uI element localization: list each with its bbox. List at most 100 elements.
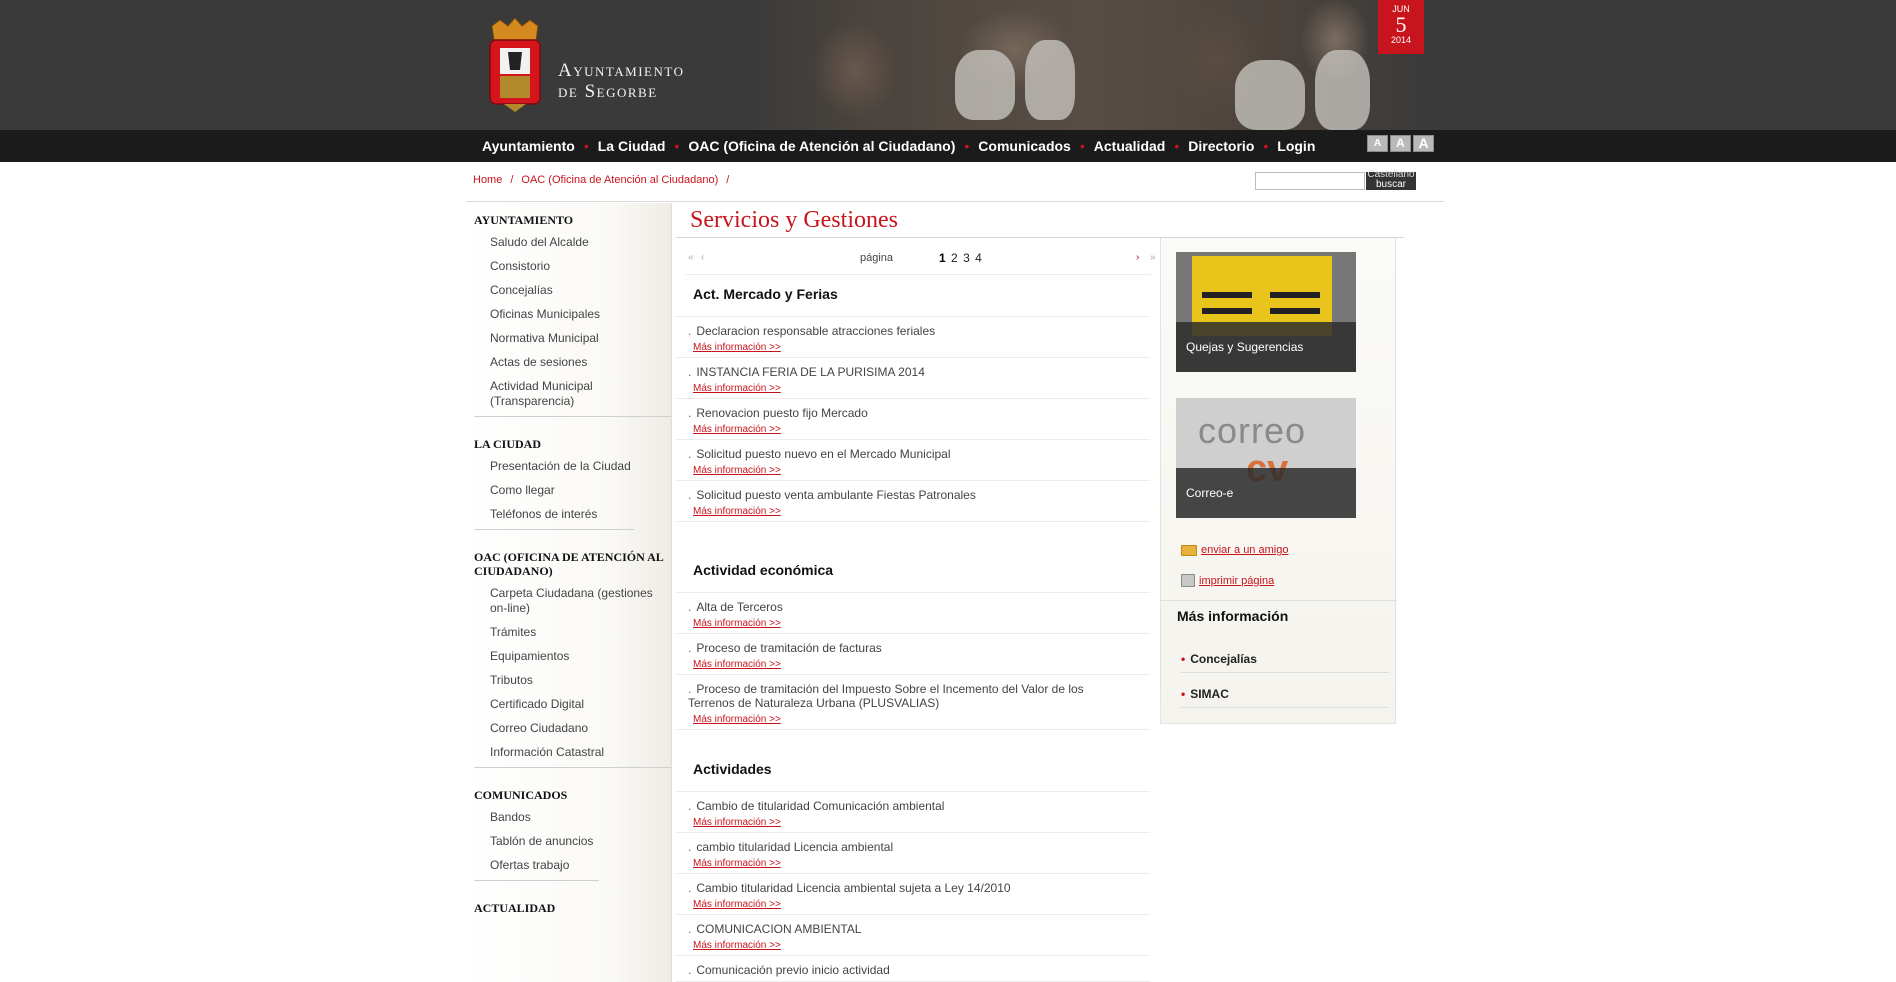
- sidebar-item[interactable]: Certificado Digital: [474, 693, 671, 717]
- main-content: « ‹ página 1 2 3 4 › » Act. Mercado y Fe…: [676, 238, 1160, 982]
- sidebar-title[interactable]: Comunicados: [474, 778, 671, 802]
- crest-logo[interactable]: [486, 18, 544, 114]
- sidebar-item[interactable]: Como llegar: [474, 479, 671, 503]
- more-info-item[interactable]: • SIMAC: [1181, 687, 1389, 708]
- font-small-button[interactable]: A: [1367, 135, 1388, 152]
- promo-correo-e[interactable]: correo cv Correo-e: [1176, 398, 1356, 518]
- more-info-link[interactable]: Más información >>: [688, 817, 781, 828]
- list-item: . INSTANCIA FERIA DE LA PURISIMA 2014 Más…: [676, 358, 1150, 399]
- more-info-link[interactable]: Más información >>: [688, 342, 781, 353]
- sidebar-item[interactable]: Normativa Municipal: [474, 327, 671, 351]
- entry-title: Renovacion puesto fijo Mercado: [696, 406, 868, 420]
- sidebar-item[interactable]: Trámites: [474, 621, 671, 645]
- more-info-link[interactable]: Más información >>: [688, 659, 781, 670]
- sidebar-group-la-ciudad: La Ciudad Presentación de la Ciudad Como…: [466, 427, 671, 530]
- more-info-link[interactable]: Más información >>: [688, 618, 781, 629]
- page-link[interactable]: 4: [975, 251, 983, 265]
- pager-divider: [686, 274, 1151, 275]
- breadcrumb-home[interactable]: Home: [473, 174, 502, 186]
- header-divider: [466, 201, 1444, 202]
- page-link-current[interactable]: 1: [939, 251, 947, 265]
- more-info-link[interactable]: Más información >>: [688, 383, 781, 394]
- sidebar-title[interactable]: La Ciudad: [474, 427, 671, 451]
- date-badge: JUN 5 2014: [1378, 0, 1424, 54]
- more-info-link[interactable]: Más información >>: [688, 899, 781, 910]
- prev-page-icon[interactable]: ‹: [701, 252, 704, 263]
- sidebar-item[interactable]: Información Catastral: [474, 741, 671, 765]
- page-link[interactable]: 3: [963, 251, 971, 265]
- last-page-icon[interactable]: »: [1150, 252, 1156, 263]
- search-input[interactable]: [1255, 172, 1365, 190]
- bullet: .: [688, 922, 692, 936]
- search-button[interactable]: Castellano buscar: [1366, 170, 1416, 190]
- sidebar-item[interactable]: Bandos: [474, 806, 671, 830]
- sidebar-item[interactable]: Oficinas Municipales: [474, 303, 671, 327]
- list-item: . cambio titularidad Licencia ambiental M…: [676, 833, 1150, 874]
- nav-actualidad[interactable]: Actualidad: [1094, 138, 1166, 154]
- sidebar-title[interactable]: OAC (Oficina de Atención al Ciudadano): [474, 540, 671, 578]
- more-info-title: Más información: [1177, 608, 1289, 624]
- sidebar-divider: [474, 529, 634, 530]
- sidebar-item[interactable]: Actas de sesiones: [474, 351, 671, 375]
- right-column: Quejas y Sugerencias correo cv Correo-e …: [1160, 238, 1397, 724]
- entry-title: Cambio titularidad Licencia ambiental su…: [696, 881, 1011, 895]
- breadcrumb-separator: /: [726, 174, 730, 186]
- list-item: . Solicitud puesto nuevo en el Mercado Mu…: [676, 440, 1150, 481]
- font-medium-button[interactable]: A: [1390, 135, 1411, 152]
- pager-label: página: [860, 252, 894, 264]
- sidebar-item[interactable]: Tablón de anuncios: [474, 830, 671, 854]
- list-item: . Solicitud puesto venta ambulante Fiesta…: [676, 481, 1150, 522]
- breadcrumb-oac[interactable]: OAC (Oficina de Atención al Ciudadano): [521, 174, 718, 186]
- sidebar-divider: [474, 416, 671, 417]
- promo-quejas-sugerencias[interactable]: Quejas y Sugerencias: [1176, 252, 1356, 372]
- site-brand[interactable]: Ayuntamiento de Segorbe: [558, 60, 685, 102]
- bullet: .: [688, 682, 692, 696]
- sidebar-item[interactable]: Actividad Municipal (Transparencia): [474, 375, 671, 414]
- sidebar-item[interactable]: Carpeta Ciudadana (gestiones on-line): [474, 582, 671, 621]
- entry-title: cambio titularidad Licencia ambiental: [696, 840, 894, 854]
- bullet: .: [688, 881, 692, 895]
- nav-oac[interactable]: OAC (Oficina de Atención al Ciudadano): [688, 138, 955, 154]
- sidebar-item[interactable]: Concejalías: [474, 279, 671, 303]
- font-large-button[interactable]: A: [1413, 135, 1434, 152]
- more-info-link[interactable]: Más información >>: [688, 714, 781, 725]
- next-page-icon[interactable]: ›: [1136, 252, 1139, 263]
- first-page-icon[interactable]: «: [688, 252, 694, 263]
- sidebar-item[interactable]: Ofertas trabajo: [474, 854, 671, 878]
- sidebar-item[interactable]: Teléfonos de interés: [474, 503, 671, 527]
- more-info-link[interactable]: Más información >>: [688, 424, 781, 435]
- send-friend-link[interactable]: enviar a un amigo: [1181, 544, 1288, 556]
- bullet: .: [688, 799, 692, 813]
- brand-line-1: Ayuntamiento: [558, 60, 685, 81]
- page-link[interactable]: 2: [951, 251, 959, 265]
- entry-title: COMUNICACION AMBIENTAL: [696, 922, 862, 936]
- sidebar-item[interactable]: Equipamientos: [474, 645, 671, 669]
- nav-la-ciudad[interactable]: La Ciudad: [598, 138, 666, 154]
- more-info-link[interactable]: Más información >>: [688, 465, 781, 476]
- nav-ayuntamiento[interactable]: Ayuntamiento: [482, 138, 575, 154]
- sidebar-item[interactable]: Saludo del Alcalde: [474, 231, 671, 255]
- site-header: Ayuntamiento de Segorbe JUN 5 2014: [0, 0, 1896, 130]
- sidebar-divider: [474, 767, 671, 768]
- sidebar-title[interactable]: Ayuntamiento: [474, 203, 671, 227]
- more-info-link[interactable]: Más información >>: [688, 858, 781, 869]
- more-info-link[interactable]: Más información >>: [688, 506, 781, 517]
- sidebar-item[interactable]: Correo Ciudadano: [474, 717, 671, 741]
- nav-login[interactable]: Login: [1277, 138, 1315, 154]
- pagination: « ‹ página 1 2 3 4 › »: [688, 251, 1156, 266]
- date-day: 5: [1395, 12, 1407, 37]
- print-page-link[interactable]: imprimir página: [1181, 574, 1274, 587]
- more-info-link[interactable]: Más información >>: [688, 940, 781, 951]
- nav-separator: •: [674, 138, 680, 154]
- nav-directorio[interactable]: Directorio: [1188, 138, 1254, 154]
- page-title: Servicios y Gestiones: [690, 207, 898, 233]
- more-info-item[interactable]: • Concejalías: [1181, 652, 1389, 673]
- sidebar-item[interactable]: Consistorio: [474, 255, 671, 279]
- list-item: . Renovacion puesto fijo Mercado Más info…: [676, 399, 1150, 440]
- sidebar-item[interactable]: Tributos: [474, 669, 671, 693]
- search-button-label: buscar: [1375, 179, 1406, 190]
- sidebar-item[interactable]: Presentación de la Ciudad: [474, 455, 671, 479]
- sidebar-title[interactable]: Actualidad: [474, 891, 671, 915]
- nav-comunicados[interactable]: Comunicados: [978, 138, 1071, 154]
- sidebar-group-ayuntamiento: Ayuntamiento Saludo del Alcalde Consisto…: [466, 203, 671, 417]
